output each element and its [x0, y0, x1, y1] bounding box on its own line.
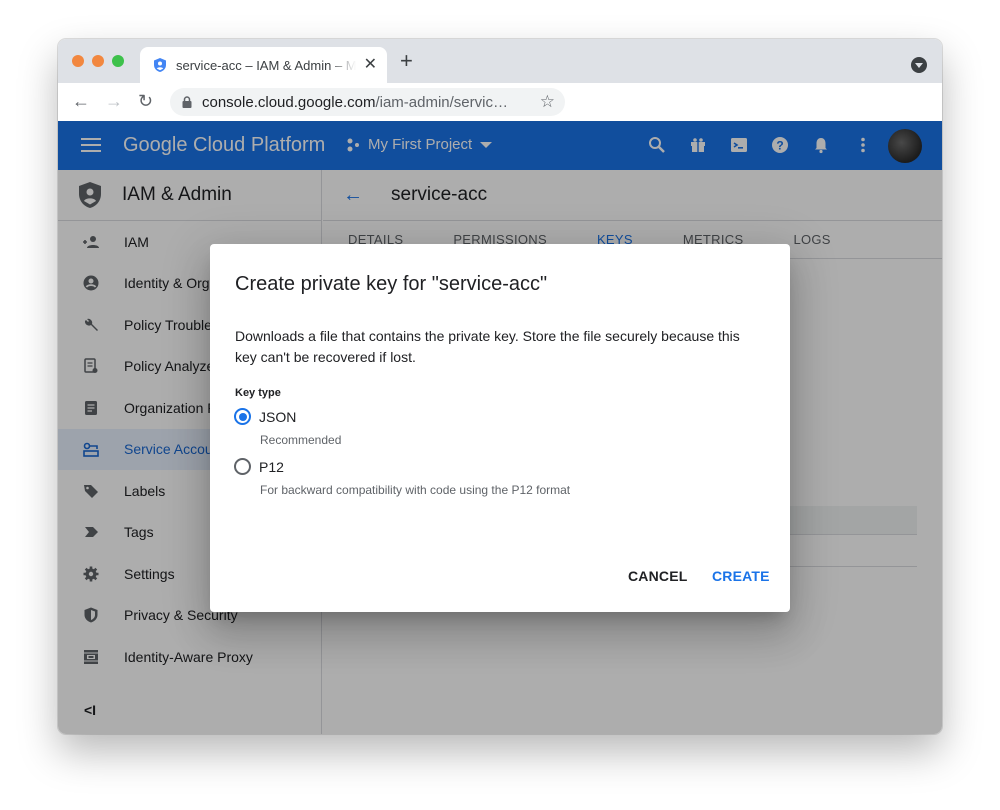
bookmark-star-icon[interactable]: ☆ — [540, 92, 555, 112]
radio-json-button[interactable] — [234, 408, 251, 425]
new-tab-button[interactable]: + — [400, 50, 413, 72]
browser-toolbar: ← → ↻ console.cloud.google.com/iam-admin… — [58, 83, 942, 121]
radio-p12-label: P12 — [259, 458, 284, 475]
url-host: console.cloud.google.com — [202, 93, 376, 111]
reload-button[interactable]: ↻ — [138, 91, 153, 111]
radio-p12-hint: For backward compatibility with code usi… — [260, 483, 571, 497]
dialog-body: Downloads a file that contains the priva… — [235, 328, 740, 365]
create-key-dialog: Create private key for "service-acc" Dow… — [210, 244, 790, 612]
tab-title: service-acc – IAM & Admin – My First Pro… — [176, 57, 356, 73]
modal-scrim-header — [58, 121, 942, 170]
forward-button[interactable]: → — [105, 91, 123, 111]
dialog-title: Create private key for "service-acc" — [235, 273, 548, 295]
browser-tab[interactable]: service-acc – IAM & Admin – My First Pro… — [140, 47, 387, 83]
close-window-button[interactable] — [72, 55, 84, 67]
tab-search-button[interactable] — [911, 57, 927, 73]
maximize-window-button[interactable] — [112, 55, 124, 67]
radio-json-label: JSON — [259, 408, 297, 425]
tab-close-icon[interactable]: ✕ — [364, 56, 377, 74]
tab-strip: service-acc – IAM & Admin – My First Pro… — [58, 39, 942, 83]
radio-json-hint: Recommended — [260, 433, 342, 447]
radio-p12[interactable]: P12 — [234, 458, 284, 475]
create-button[interactable]: CREATE — [712, 568, 770, 584]
radio-p12-button[interactable] — [234, 458, 251, 475]
radio-json[interactable]: JSON — [234, 408, 296, 425]
lock-icon — [182, 96, 192, 108]
back-button[interactable]: ← — [72, 91, 90, 111]
address-bar[interactable]: console.cloud.google.com/iam-admin/servi… — [170, 88, 565, 116]
browser-window: service-acc – IAM & Admin – My First Pro… — [58, 39, 942, 734]
url-path: /iam-admin/servic… — [375, 93, 508, 111]
key-type-label: Key type — [235, 387, 281, 399]
cancel-button[interactable]: CANCEL — [628, 568, 688, 584]
iam-shield-favicon-icon — [154, 58, 166, 72]
minimize-window-button[interactable] — [92, 55, 104, 67]
